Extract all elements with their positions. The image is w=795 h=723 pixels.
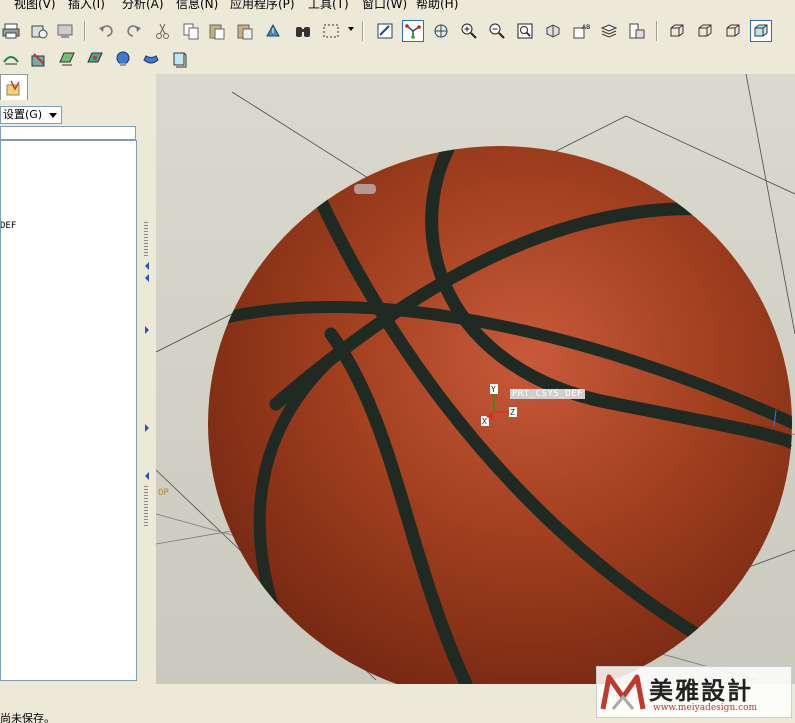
panel-splitter[interactable] (140, 74, 154, 682)
menu-info[interactable]: 信息(N) (176, 0, 218, 11)
splitter-grip (144, 486, 148, 526)
tree-filter-bar[interactable] (0, 126, 136, 140)
datum-display-icon[interactable] (0, 48, 22, 70)
model-tree-tab-icon (6, 80, 20, 95)
undo-icon[interactable] (96, 20, 118, 42)
shading-icon[interactable] (750, 20, 772, 42)
wireframe-icon[interactable] (666, 20, 688, 42)
menu-insert[interactable]: 插入(I) (68, 0, 105, 11)
paste-special-icon[interactable] (234, 20, 256, 42)
annotation-icon[interactable]: AB (570, 20, 592, 42)
model-tree-tab[interactable] (0, 74, 28, 100)
model-tree-icon[interactable] (626, 20, 648, 42)
toolbar-separator (84, 21, 86, 41)
axis-label-x: X (482, 417, 487, 426)
select-box-icon[interactable] (320, 20, 342, 42)
collapse-arrow-icon[interactable] (145, 472, 149, 480)
hidden-line-icon[interactable] (694, 20, 716, 42)
settings-label: 设置(G) (3, 108, 43, 121)
watermark-name: 美雅設計 (649, 677, 753, 705)
menu-help[interactable]: 帮助(H) (416, 0, 458, 11)
menu-bar: · 视图(V) 插入(I) 分析(A) 信息(N) 应用程序(P) 工具(T) … (0, 0, 795, 14)
collapse-arrow-icon[interactable] (145, 274, 149, 282)
menu-tools[interactable]: 工具(T) (308, 0, 349, 11)
collapse-arrow-icon[interactable] (145, 262, 149, 270)
find-icon[interactable] (292, 20, 314, 42)
paste-icon[interactable] (206, 20, 228, 42)
no-hidden-icon[interactable] (722, 20, 744, 42)
csys-display-icon[interactable] (112, 48, 134, 70)
settings-dropdown[interactable]: 设置(G) (0, 106, 62, 124)
copy-icon[interactable] (180, 20, 202, 42)
toolbar-separator (362, 21, 364, 41)
datum-toolbar (0, 46, 795, 74)
saved-views-icon[interactable] (542, 20, 564, 42)
menu-view[interactable]: 视图(V) (14, 0, 56, 11)
cut-icon[interactable] (152, 20, 174, 42)
point-display-icon[interactable] (84, 48, 106, 70)
toolbar-separator (656, 21, 658, 41)
watermark-logo: 美雅設計 www.meiyadesign.com (596, 666, 792, 718)
redo-icon[interactable] (122, 20, 144, 42)
svg-text:AB: AB (582, 24, 590, 31)
zoom-out-icon[interactable] (486, 20, 508, 42)
axis-label-z: Z (510, 408, 515, 417)
navigator-panel: 设置(G) DEF (0, 74, 150, 682)
watermark-url: www.meiyadesign.com (653, 703, 758, 713)
expand-arrow-icon[interactable] (145, 424, 149, 432)
zoom-in-icon[interactable] (458, 20, 480, 42)
datum-label: OP (158, 488, 169, 498)
close-window-icon[interactable] (54, 20, 76, 42)
view-manager-icon[interactable] (168, 48, 190, 70)
status-message: 尚未保存。 (0, 712, 55, 723)
email-icon[interactable] (28, 20, 50, 42)
regenerate-icon[interactable] (262, 20, 284, 42)
watermark-m-icon (600, 674, 646, 710)
menu-analysis[interactable]: 分析(A) (122, 0, 164, 11)
decal-mark (354, 184, 376, 194)
orient-icon[interactable] (430, 20, 452, 42)
splitter-grip (144, 222, 148, 258)
expand-arrow-icon[interactable] (145, 326, 149, 334)
repaint-icon[interactable] (374, 20, 396, 42)
chevron-down-icon[interactable] (348, 27, 354, 31)
basketball-model[interactable]: Y Z X (156, 74, 795, 684)
layers-icon[interactable] (598, 20, 620, 42)
tree-item-csys[interactable]: DEF (1, 221, 16, 231)
appearance-icon[interactable] (140, 48, 162, 70)
plane-display-icon[interactable] (56, 48, 78, 70)
graphics-window[interactable]: Y Z X PRT_CSYS_DEF OP (156, 74, 795, 684)
main-toolbar: AB (0, 18, 795, 46)
menu-window[interactable]: 窗口(W) (362, 0, 407, 11)
spin-center-icon[interactable] (402, 20, 424, 42)
menu-applications[interactable]: 应用程序(P) (230, 0, 295, 11)
refit-icon[interactable] (514, 20, 536, 42)
print-icon[interactable] (0, 20, 22, 42)
axis-display-icon[interactable] (28, 48, 50, 70)
axis-label-y: Y (491, 385, 496, 394)
model-tree[interactable]: DEF (0, 140, 137, 681)
csys-label: PRT_CSYS_DEF (510, 389, 586, 399)
chevron-down-icon (49, 113, 57, 118)
